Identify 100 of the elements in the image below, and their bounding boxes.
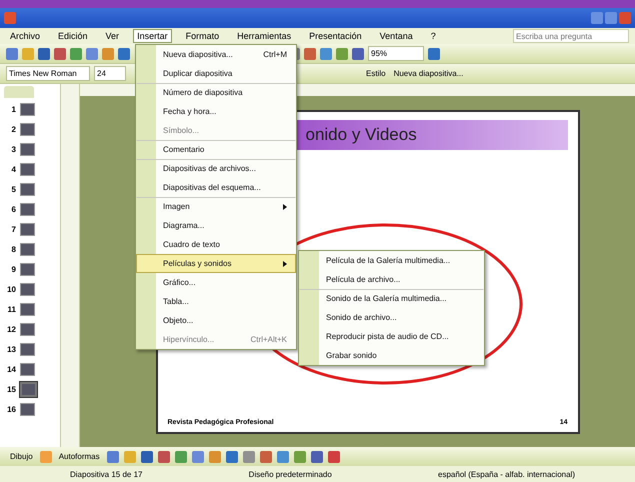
menu-entry[interactable]: Imagen: [136, 197, 296, 216]
autoshapes-button[interactable]: Autoformas: [56, 452, 102, 461]
slide-number: 12: [6, 324, 16, 334]
menu-entry[interactable]: Gráfico...: [136, 273, 296, 292]
menu-entry[interactable]: Diapositivas del esquema...: [136, 178, 296, 197]
menu-entry[interactable]: Objeto...: [136, 311, 296, 330]
size-combo[interactable]: 24: [94, 66, 126, 81]
slide-number: 6: [10, 204, 16, 214]
slide-number: 8: [10, 244, 16, 254]
menu-entry[interactable]: Películas y sonidos: [136, 254, 296, 273]
menu-entry[interactable]: Reproducir pista de audio de CD...: [299, 327, 484, 346]
menu-entry[interactable]: Sonido de archivo...: [299, 308, 484, 327]
slide-thumbnail[interactable]: [20, 162, 35, 176]
toolbar-icon[interactable]: [70, 48, 82, 60]
slide-thumbnail[interactable]: [20, 302, 35, 316]
menu-entry[interactable]: Nueva diapositiva... Ctrl+M: [136, 45, 296, 64]
menu-entry[interactable]: Grabar sonido: [299, 346, 484, 365]
slide-thumbnail[interactable]: [20, 122, 35, 136]
drawing-tool-icon[interactable]: [192, 450, 204, 462]
toolbar-icon[interactable]: [6, 48, 18, 60]
drawing-tool-icon[interactable]: [106, 450, 119, 462]
help-icon[interactable]: [428, 48, 440, 60]
slide-thumbnail[interactable]: [20, 402, 35, 416]
slide-thumbnail[interactable]: [20, 362, 35, 376]
toolbar-icon[interactable]: [118, 48, 130, 60]
menu-item[interactable]: Presentación: [305, 29, 366, 43]
menu-item[interactable]: Edición: [54, 29, 92, 43]
menu-entry[interactable]: Cuadro de texto: [136, 235, 296, 254]
menu-entry[interactable]: Fecha y hora...: [136, 102, 296, 121]
menu-entry[interactable]: Diapositivas de archivos...: [136, 159, 296, 178]
slide-thumbnail[interactable]: [20, 222, 35, 236]
slide-thumbnail[interactable]: [20, 322, 35, 336]
drawing-tool-icon[interactable]: [294, 450, 306, 462]
status-text: Diseño predeterminado: [248, 470, 332, 478]
slide-thumbnail[interactable]: [20, 102, 35, 116]
slide-thumbnail[interactable]: [20, 242, 35, 256]
menu-entry[interactable]: Comentario: [136, 140, 296, 159]
slide-number: 1: [10, 104, 16, 114]
slide-thumbnail[interactable]: [20, 382, 37, 396]
toolbar-icon[interactable]: [38, 48, 50, 60]
slide-number: 10: [6, 284, 16, 294]
drawing-tool-icon[interactable]: [242, 450, 255, 462]
slide-thumbnail[interactable]: [20, 202, 35, 216]
menu-item[interactable]: Ver: [102, 29, 124, 43]
slide-number: 15: [6, 384, 16, 394]
menu-entry[interactable]: Diagrama...: [136, 216, 296, 235]
slide-number: 9: [10, 264, 16, 274]
drawing-tool-icon[interactable]: [208, 450, 221, 462]
drawing-tool-icon[interactable]: [310, 450, 323, 462]
menu-item[interactable]: Ventana: [376, 29, 417, 43]
font-combo[interactable]: Times New Roman: [6, 66, 90, 81]
menu-entry[interactable]: Tabla...: [136, 292, 296, 311]
menu-entry[interactable]: Número de diapositiva: [136, 83, 296, 102]
toolbar-icon[interactable]: [86, 48, 98, 60]
slide-number: 11: [6, 304, 16, 314]
slide-thumbnail[interactable]: [20, 342, 35, 356]
slide-number: 7: [10, 224, 16, 234]
slide-thumbnail[interactable]: [20, 142, 35, 156]
slide-number: 13: [6, 344, 16, 354]
drawing-tool-icon[interactable]: [158, 450, 170, 462]
menu-entry[interactable]: Película de la Galería multimedia...: [299, 251, 484, 270]
slide-number: 4: [10, 164, 16, 174]
zoom-combo[interactable]: 95%: [368, 46, 424, 61]
slide-title: onido y Videos: [306, 124, 417, 144]
menu-item[interactable]: Formato: [182, 29, 224, 43]
menu-entry[interactable]: Duplicar diapositiva: [136, 64, 296, 83]
drawing-tool-icon[interactable]: [328, 450, 340, 462]
slide-thumbnail[interactable]: [20, 282, 35, 296]
drawing-tool-icon[interactable]: [260, 450, 272, 462]
draw-menu-button[interactable]: Dibujo: [8, 452, 35, 461]
menu-item[interactable]: Herramientas: [233, 29, 296, 43]
slide-number: 3: [10, 144, 16, 154]
menu-entry[interactable]: Sonido de la Galería multimedia...: [299, 289, 484, 308]
toolbar-icon[interactable]: [352, 48, 364, 60]
drawing-tool-icon[interactable]: [140, 450, 153, 462]
submenu-arrow-icon: [283, 260, 287, 266]
submenu-arrow-icon: [283, 204, 287, 210]
design-button[interactable]: Estilo: [364, 69, 388, 78]
drawing-tool-icon[interactable]: [174, 450, 187, 462]
drawing-tool-icon[interactable]: [226, 450, 238, 462]
help-field[interactable]: Escriba una pregunta: [513, 29, 629, 43]
toolbar-icon[interactable]: [102, 48, 114, 60]
menu-item[interactable]: ?: [426, 29, 440, 43]
drawing-tool-icon[interactable]: [276, 450, 289, 462]
toolbar-icon[interactable]: [304, 48, 316, 60]
slide-number: 14: [6, 364, 16, 374]
slide-number: 5: [10, 184, 16, 194]
menu-entry[interactable]: Película de archivo...: [299, 270, 484, 289]
toolbar-icon[interactable]: [336, 48, 348, 60]
toolbar-icon[interactable]: [54, 48, 66, 60]
menu-item[interactable]: Insertar: [133, 29, 172, 43]
new-slide-button[interactable]: Nueva diapositiva...: [392, 69, 466, 78]
menu-item[interactable]: Archivo: [6, 29, 44, 43]
status-text: español (España - alfab. internacional): [438, 470, 575, 478]
app-icon: [4, 12, 16, 24]
slide-number: 16: [6, 404, 16, 414]
toolbar-icon[interactable]: [320, 48, 332, 60]
slide-thumbnail[interactable]: [20, 262, 35, 276]
slide-number: 2: [10, 124, 16, 134]
slide-thumbnail[interactable]: [20, 182, 35, 196]
